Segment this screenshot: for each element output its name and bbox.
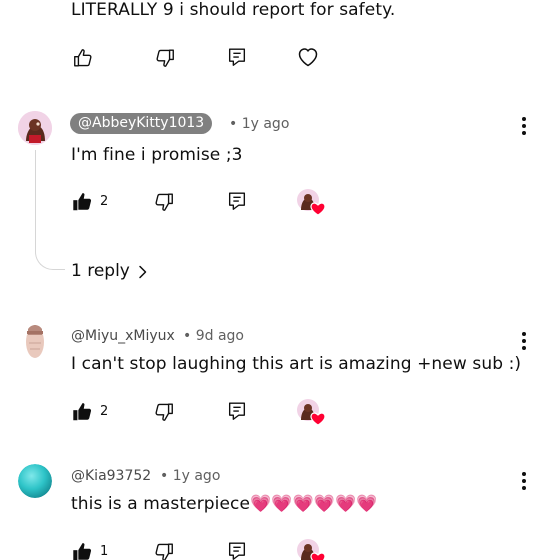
reply-button[interactable] [226, 540, 248, 560]
author-handle[interactable]: @Miyu_xMiyux [71, 328, 175, 344]
avatar[interactable] [18, 464, 52, 498]
reply-button[interactable] [226, 46, 248, 68]
thumbs-down-icon [154, 47, 176, 69]
creator-heart [296, 538, 326, 560]
creator-heart [296, 188, 326, 216]
creator-heart-avatar-icon [297, 399, 326, 426]
avatar-image [26, 325, 44, 358]
author-handle[interactable]: @Kia93752 [71, 468, 151, 484]
reply-button[interactable] [226, 400, 248, 422]
author-handle[interactable]: @AbbeyKitty1013 [70, 113, 213, 134]
dislike-button[interactable] [153, 191, 175, 213]
thread-line [35, 150, 65, 270]
comment-menu-button[interactable] [518, 332, 530, 352]
like-count: 2 [100, 194, 109, 209]
creator-heart-avatar-icon [297, 189, 326, 216]
creator-heart [296, 398, 326, 426]
comment-time: • 1y ago [229, 116, 290, 132]
comment-menu-button[interactable] [518, 117, 530, 137]
avatar[interactable] [18, 111, 52, 145]
thumbs-down-icon [153, 401, 175, 423]
thumbs-down-icon [153, 191, 175, 213]
comment-time: • 9d ago [183, 328, 244, 344]
thumbs-up-icon [71, 401, 93, 423]
avatar[interactable] [18, 323, 52, 361]
reply-icon [226, 190, 248, 212]
chevron-right-icon [139, 265, 147, 279]
dislike-button[interactable] [153, 401, 175, 423]
comment-text: I'm fine i promise ;3 [71, 145, 243, 165]
thumbs-up-icon [71, 191, 93, 213]
reply-icon [226, 46, 248, 68]
thumbs-down-icon [153, 541, 175, 560]
comment-text: I can't stop laughing this art is amazin… [71, 354, 522, 374]
avatar-image [18, 464, 52, 498]
like-button[interactable] [71, 191, 93, 213]
comment-time: • 1y ago [160, 468, 221, 484]
like-count: 1 [100, 544, 109, 559]
reply-icon [226, 400, 248, 422]
like-button[interactable] [72, 47, 94, 69]
comment-text: LITERALLY 9 i should report for safety. [71, 0, 396, 20]
thumbs-up-icon [72, 47, 94, 69]
avatar-image [18, 111, 52, 145]
heart-button[interactable] [296, 45, 320, 69]
like-count: 2 [100, 404, 109, 419]
comment-text: this is a masterpiece💗💗💗💗💗💗 [71, 494, 378, 514]
creator-heart-avatar-icon [297, 539, 326, 560]
like-button[interactable] [71, 401, 93, 423]
thumbs-up-icon [71, 541, 93, 560]
view-replies-link[interactable]: 1 reply [71, 260, 161, 284]
dislike-button[interactable] [154, 47, 176, 69]
reply-icon [226, 540, 248, 560]
replies-count-label: 1 reply [71, 261, 130, 281]
like-button[interactable] [71, 541, 93, 560]
reply-button[interactable] [226, 190, 248, 212]
heart-icon [298, 48, 318, 67]
dislike-button[interactable] [153, 541, 175, 560]
comment-menu-button[interactable] [518, 472, 530, 492]
